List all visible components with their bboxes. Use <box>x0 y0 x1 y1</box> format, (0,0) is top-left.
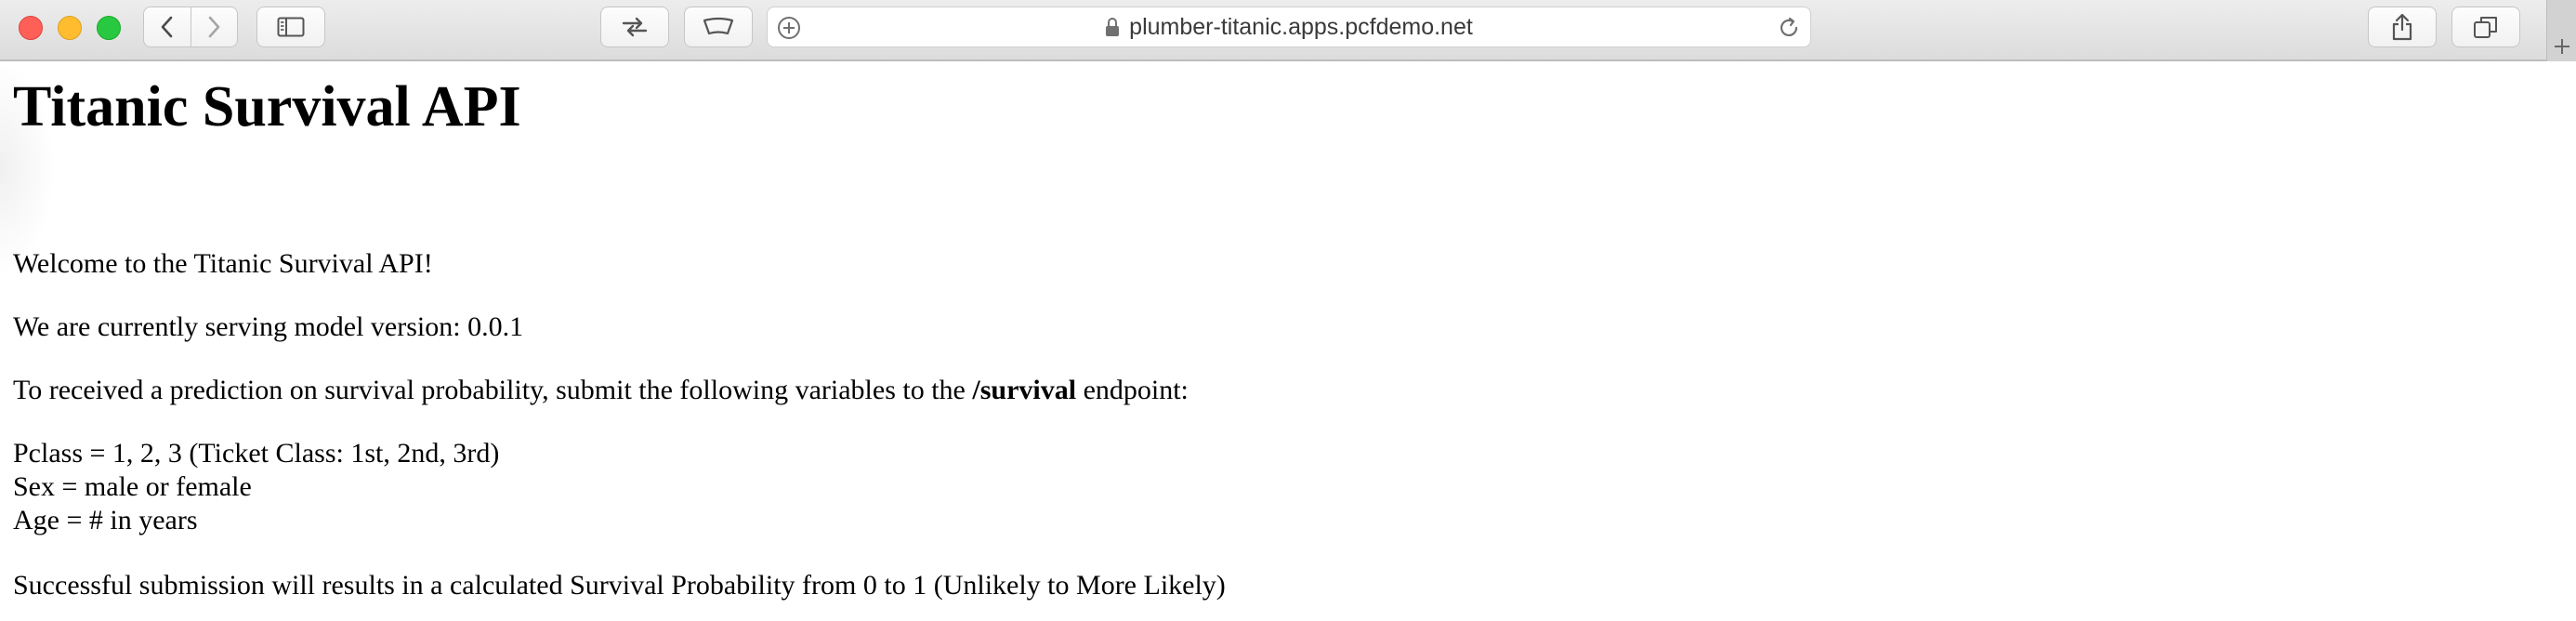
variable-pclass: Pclass = 1, 2, 3 (Ticket Class: 1st, 2nd… <box>13 438 500 469</box>
browser-toolbar: plumber-titanic.apps.pcfdemo.net <box>0 0 2576 61</box>
share-icon <box>2392 13 2412 41</box>
sidebar-button[interactable] <box>256 7 325 47</box>
window-close-button[interactable] <box>19 16 43 40</box>
reload-icon[interactable] <box>1777 16 1801 45</box>
window-zoom-button[interactable] <box>97 16 121 40</box>
navigation-buttons <box>143 7 238 47</box>
new-tab-button[interactable] <box>2546 0 2576 61</box>
share-button[interactable] <box>2368 7 2437 47</box>
window-minimize-button[interactable] <box>58 16 82 40</box>
tab-overview-button[interactable] <box>2451 7 2520 47</box>
arrows-swap-icon <box>622 17 648 37</box>
address-bar[interactable]: plumber-titanic.apps.pcfdemo.net <box>767 7 1811 47</box>
forward-button[interactable] <box>190 7 238 46</box>
page-title: Titanic Survival API <box>13 75 521 139</box>
chevron-left-icon <box>161 16 173 38</box>
reader-mode-button[interactable] <box>684 7 753 47</box>
reader-icon <box>703 17 734 35</box>
result-text: Successful submission will results in a … <box>13 570 1226 601</box>
chevron-right-icon <box>208 16 220 38</box>
page-switch-button[interactable] <box>600 7 669 47</box>
version-text: We are currently serving model version: … <box>13 311 524 342</box>
sidebar-icon <box>277 17 305 37</box>
endpoint-name: /survival <box>972 375 1077 405</box>
instructions-text: To received a prediction on survival pro… <box>13 374 1189 407</box>
url-text: plumber-titanic.apps.pcfdemo.net <box>1129 13 1473 40</box>
instructions-before: To received a prediction on survival pro… <box>13 375 973 405</box>
address-display: plumber-titanic.apps.pcfdemo.net <box>768 7 1810 46</box>
tabs-icon <box>2474 17 2497 38</box>
variable-age: Age = # in years <box>13 505 198 535</box>
welcome-text: Welcome to the Titanic Survival API! <box>13 248 433 279</box>
lock-icon <box>1106 18 1120 36</box>
back-button[interactable] <box>144 7 191 46</box>
variable-sex: Sex = male or female <box>13 471 252 502</box>
instructions-after: endpoint: <box>1076 375 1189 405</box>
plus-icon <box>2554 39 2569 54</box>
